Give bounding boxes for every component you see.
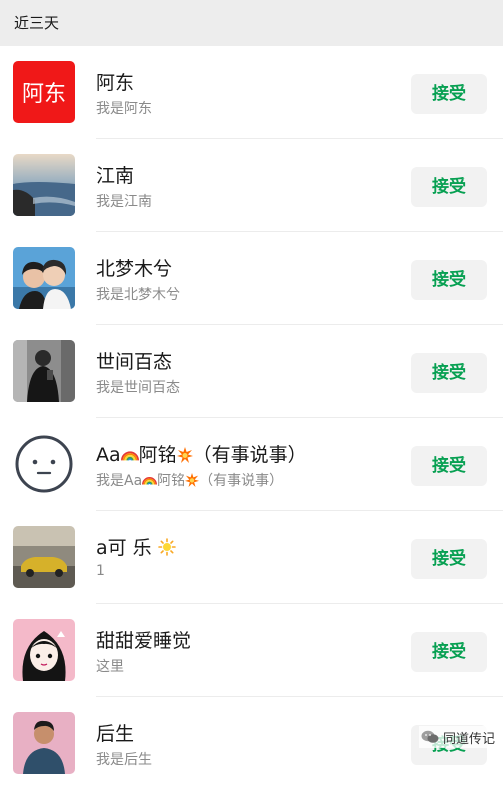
accept-button[interactable]: 接受 bbox=[411, 446, 487, 486]
avatar-text: 阿东 bbox=[22, 82, 66, 107]
accept-button[interactable]: 接受 bbox=[411, 74, 487, 114]
avatar-image bbox=[13, 154, 75, 216]
avatar-image bbox=[13, 619, 75, 681]
rainbow-icon bbox=[120, 451, 139, 461]
contact-name: 甜甜爱睡觉 bbox=[96, 630, 192, 652]
request-message: 我是世间百态 bbox=[96, 380, 180, 396]
friend-request-item[interactable]: Aa 阿铭 （有事说事） 我是Aa 阿铭 （有事说事） 接受 bbox=[0, 418, 503, 511]
burst-icon bbox=[176, 447, 193, 463]
friend-request-item[interactable]: 世间百态 我是世间百态 接受 bbox=[0, 325, 503, 418]
contact-name: Aa 阿铭 （有事说事） bbox=[96, 440, 307, 467]
friend-request-item[interactable]: 阿东 阿东 我是阿东 接受 bbox=[0, 46, 503, 139]
accept-button[interactable]: 接受 bbox=[411, 632, 487, 672]
avatar[interactable] bbox=[13, 526, 75, 588]
friend-request-item[interactable]: 北梦木兮 我是北梦木兮 接受 bbox=[0, 232, 503, 325]
name-prefix: Aa bbox=[96, 444, 121, 466]
avatar-image bbox=[13, 526, 75, 588]
request-message: 我是阿东 bbox=[96, 101, 152, 117]
request-message: 我是江南 bbox=[96, 194, 152, 210]
avatar-image bbox=[13, 340, 75, 402]
friend-request-item[interactable]: a可 乐 1 接受 bbox=[0, 511, 503, 604]
avatar[interactable] bbox=[13, 619, 75, 681]
watermark-text: 同道传记 bbox=[442, 731, 495, 747]
request-message: 我是后生 bbox=[96, 752, 152, 768]
contact-name: 北梦木兮 bbox=[96, 258, 173, 280]
name-suffix: （有事说事） bbox=[192, 444, 307, 466]
avatar-image bbox=[13, 433, 75, 495]
avatar[interactable] bbox=[13, 154, 75, 216]
wechat-icon bbox=[421, 730, 439, 743]
contact-name: 世间百态 bbox=[96, 351, 173, 373]
name-mid: 阿铭 bbox=[138, 444, 177, 466]
avatar-image bbox=[13, 712, 75, 774]
request-message: 这里 bbox=[96, 659, 124, 675]
section-header-recent: 近三天 bbox=[0, 0, 503, 46]
avatar[interactable] bbox=[13, 433, 75, 495]
burst-icon bbox=[185, 473, 200, 487]
contact-name: 阿东 bbox=[96, 72, 135, 94]
avatar-image bbox=[13, 247, 75, 309]
accept-button[interactable]: 接受 bbox=[411, 353, 487, 393]
watermark: 同道传记 bbox=[418, 726, 497, 748]
message-prefix: 我是Aa bbox=[96, 473, 143, 489]
friend-request-list: 阿东 阿东 我是阿东 接受 江南 我是江南 接受 北梦木兮 我是北梦木兮 接受 … bbox=[0, 46, 503, 790]
sun-icon bbox=[157, 538, 176, 556]
rainbow-icon bbox=[142, 477, 158, 485]
avatar[interactable] bbox=[13, 340, 75, 402]
avatar-image: 阿东 bbox=[13, 61, 75, 123]
name-text: a可 乐 bbox=[96, 537, 152, 559]
request-message: 我是北梦木兮 bbox=[96, 287, 180, 303]
message-suffix: （有事说事） bbox=[199, 473, 284, 489]
request-message: 我是Aa 阿铭 （有事说事） bbox=[96, 470, 283, 490]
avatar[interactable] bbox=[13, 247, 75, 309]
accept-button[interactable]: 接受 bbox=[411, 167, 487, 207]
accept-button[interactable]: 接受 bbox=[411, 539, 487, 579]
contact-name: 后生 bbox=[96, 723, 135, 745]
friend-request-item[interactable]: 江南 我是江南 接受 bbox=[0, 139, 503, 232]
friend-request-item[interactable]: 甜甜爱睡觉 这里 接受 bbox=[0, 604, 503, 697]
contact-name: a可 乐 bbox=[96, 533, 176, 560]
message-mid: 阿铭 bbox=[157, 473, 186, 489]
avatar[interactable] bbox=[13, 712, 75, 774]
accept-button[interactable]: 接受 bbox=[411, 260, 487, 300]
avatar[interactable]: 阿东 bbox=[13, 61, 75, 123]
contact-name: 江南 bbox=[96, 165, 135, 187]
request-message: 1 bbox=[96, 563, 105, 579]
